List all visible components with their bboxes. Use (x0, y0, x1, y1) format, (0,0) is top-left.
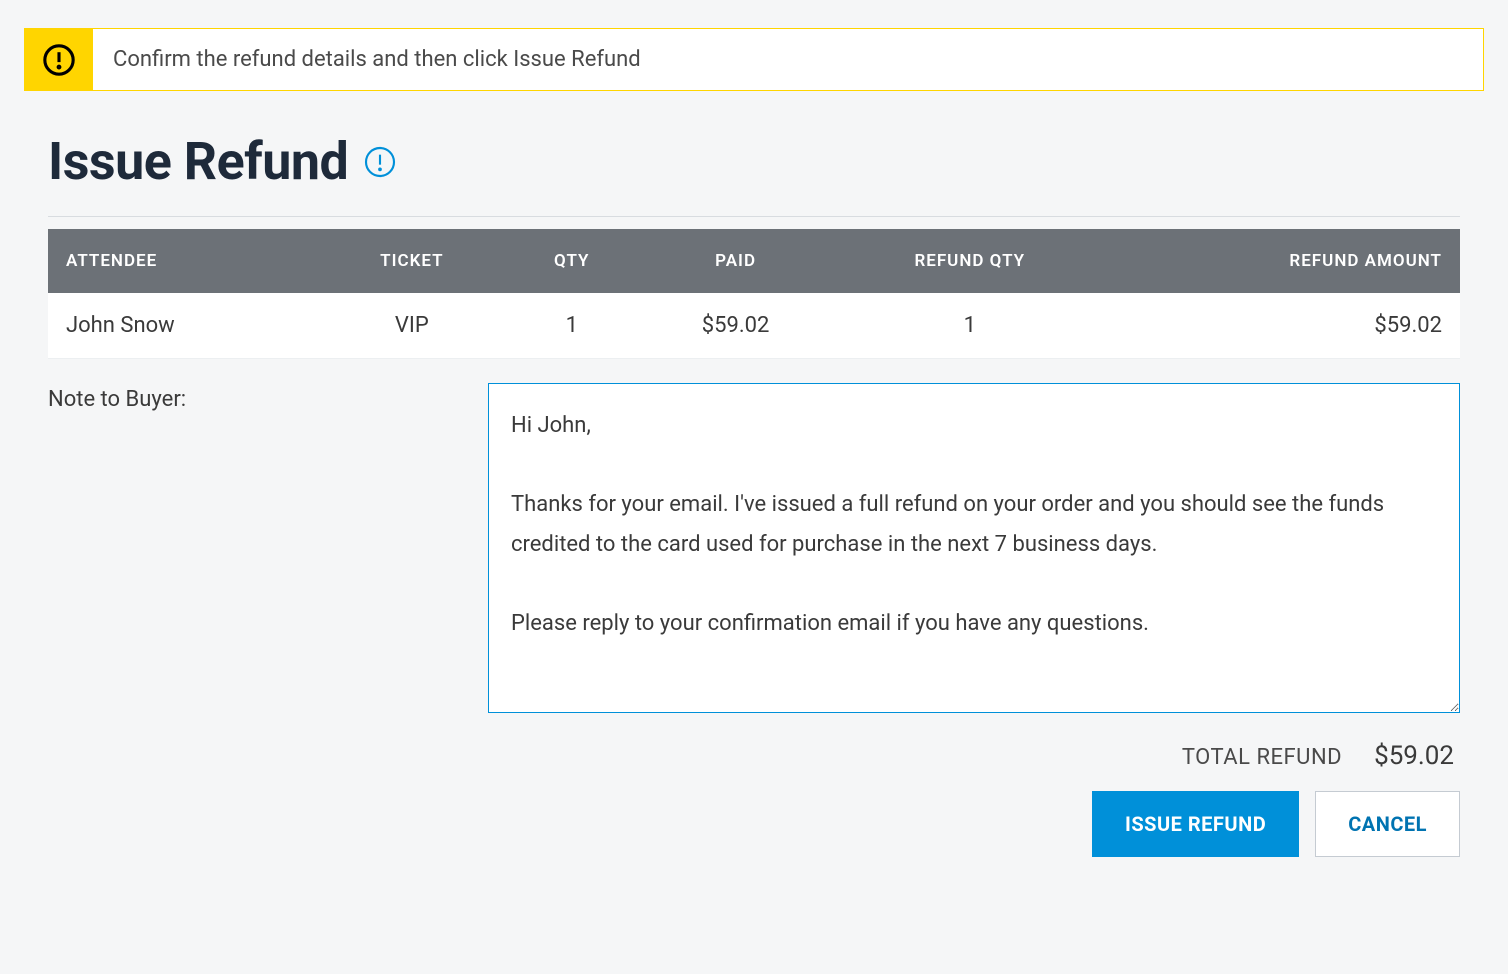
divider (48, 216, 1460, 217)
total-amount: $59.02 (1374, 741, 1454, 771)
content: Issue Refund ATTENDEE TICKET QTY PAID RE… (24, 131, 1484, 857)
col-header-refund-qty: REFUND QTY (833, 229, 1107, 293)
col-header-paid: PAID (639, 229, 833, 293)
total-label: TOTAL REFUND (1182, 745, 1342, 770)
alert-banner: Confirm the refund details and then clic… (24, 28, 1484, 91)
issue-refund-button[interactable]: ISSUE REFUND (1092, 791, 1299, 857)
cell-refund-amount: $59.02 (1107, 293, 1460, 359)
col-header-qty: QTY (505, 229, 639, 293)
alert-icon-box (25, 29, 93, 90)
cell-refund-qty: 1 (833, 293, 1107, 359)
note-label: Note to Buyer: (48, 383, 468, 713)
col-header-refund-amount: REFUND AMOUNT (1107, 229, 1460, 293)
page-title-row: Issue Refund (48, 131, 1460, 192)
note-to-buyer-textarea[interactable] (488, 383, 1460, 713)
help-icon[interactable] (364, 146, 396, 178)
button-row: ISSUE REFUND CANCEL (48, 791, 1460, 857)
cell-qty: 1 (505, 293, 639, 359)
col-header-ticket: TICKET (319, 229, 505, 293)
page-title: Issue Refund (48, 131, 348, 192)
cell-ticket: VIP (319, 293, 505, 359)
cell-paid: $59.02 (639, 293, 833, 359)
col-header-attendee: ATTENDEE (48, 229, 319, 293)
total-row: TOTAL REFUND $59.02 (48, 741, 1460, 771)
refund-table: ATTENDEE TICKET QTY PAID REFUND QTY REFU… (48, 229, 1460, 359)
alert-message: Confirm the refund details and then clic… (93, 29, 661, 90)
note-row: Note to Buyer: (48, 383, 1460, 713)
table-row: John Snow VIP 1 $59.02 1 $59.02 (48, 293, 1460, 359)
table-header-row: ATTENDEE TICKET QTY PAID REFUND QTY REFU… (48, 229, 1460, 293)
cell-attendee: John Snow (48, 293, 319, 359)
warning-icon (42, 43, 76, 77)
cancel-button[interactable]: CANCEL (1315, 791, 1460, 857)
